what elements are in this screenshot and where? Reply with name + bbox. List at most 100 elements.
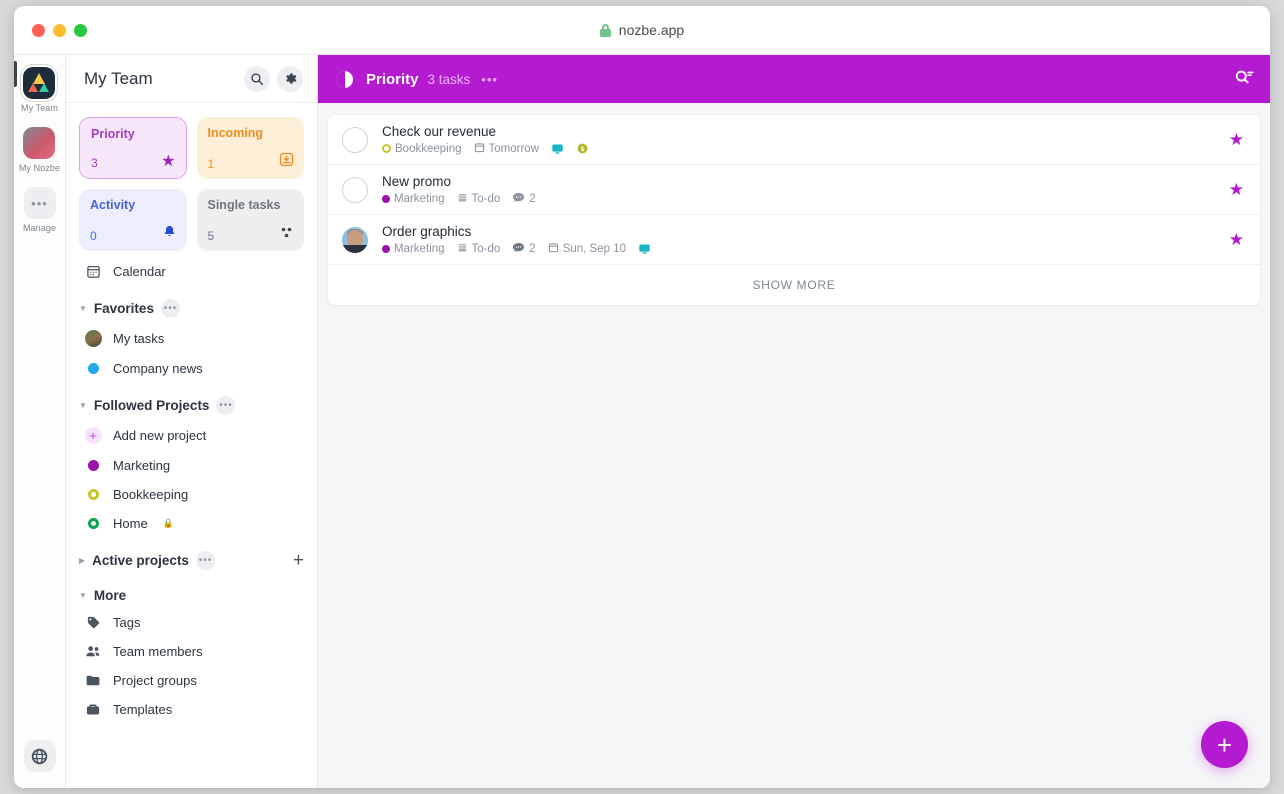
- task-project[interactable]: Marketing: [382, 193, 445, 205]
- rail-item-label: My Team: [20, 103, 59, 113]
- chevron-right-icon: ▶: [79, 556, 86, 565]
- section-active-projects[interactable]: ▶ Active projects ••• +: [66, 538, 317, 575]
- card-activity[interactable]: Activity 0: [79, 189, 187, 251]
- sidebar-item-bookkeeping[interactable]: Bookkeeping: [66, 480, 317, 509]
- avatar[interactable]: [342, 226, 368, 253]
- sidebar-item-add-new-project[interactable]: + Add new project: [66, 420, 317, 451]
- task-category[interactable]: To-do: [457, 192, 501, 206]
- rail-item-manage[interactable]: ••• Manage: [23, 187, 56, 233]
- task-date[interactable]: Tomorrow: [474, 142, 539, 156]
- project-dot-icon: [382, 244, 390, 253]
- plus-circle-icon: +: [84, 427, 102, 444]
- browser-window: nozbe.app My Team My Nozbe ••• Manage My…: [14, 6, 1270, 788]
- task-project[interactable]: Marketing: [382, 243, 445, 255]
- rail-item-label: Manage: [22, 223, 57, 233]
- search-filter-icon[interactable]: [1234, 68, 1254, 91]
- task-category-label: To-do: [471, 192, 501, 205]
- sidebar-item-company-news[interactable]: Company news: [66, 354, 317, 383]
- search-icon[interactable]: [244, 65, 270, 92]
- sidebar-item-calendar[interactable]: Calendar: [66, 257, 317, 286]
- card-priority[interactable]: Priority 3 ★: [79, 117, 187, 179]
- task-date-label: Sun, Sep 10: [562, 242, 626, 255]
- task-comments[interactable]: 2: [512, 192, 536, 206]
- section-more[interactable]: ▼ More: [66, 575, 317, 608]
- task-project[interactable]: Bookkeeping: [382, 143, 462, 155]
- svg-text:$: $: [581, 146, 585, 153]
- chevron-down-icon: ▼: [79, 591, 87, 600]
- sidebar-item-label: Add new project: [113, 428, 207, 443]
- workspace-rail: My Team My Nozbe ••• Manage: [14, 55, 66, 788]
- star-icon[interactable]: ★: [1229, 131, 1244, 148]
- sidebar-header: My Team: [66, 55, 317, 103]
- calendar-icon: [474, 142, 485, 156]
- section-followed-projects[interactable]: ▼ Followed Projects •••: [66, 383, 317, 420]
- close-window-button[interactable]: [32, 23, 45, 37]
- task-checkbox[interactable]: [342, 176, 368, 203]
- table-row[interactable]: New promo Marketing To-do 2 ★: [328, 165, 1260, 215]
- list-icon: [457, 242, 468, 256]
- sidebar-item-team-members[interactable]: Team members: [66, 637, 317, 666]
- section-title: Active projects: [92, 553, 189, 568]
- rail-item-my-nozbe[interactable]: My Nozbe: [19, 127, 60, 173]
- table-row[interactable]: Order graphics Marketing To-do 2 Sun, Se…: [328, 215, 1260, 265]
- star-icon: ★: [161, 153, 176, 170]
- project-dot-icon: [84, 460, 102, 471]
- card-count: 3: [91, 156, 98, 170]
- star-icon[interactable]: ★: [1229, 231, 1244, 248]
- card-title: Single tasks: [207, 198, 281, 212]
- globe-icon[interactable]: [23, 740, 56, 772]
- sidebar-item-label: Templates: [113, 702, 173, 717]
- section-more-icon[interactable]: •••: [160, 299, 180, 318]
- comment-icon: [512, 192, 525, 206]
- gear-icon[interactable]: [277, 65, 303, 92]
- page-title: Priority: [366, 70, 419, 88]
- people-icon: [84, 644, 102, 659]
- add-task-button[interactable]: +: [1201, 721, 1248, 768]
- sidebar-item-my-tasks[interactable]: My tasks: [66, 323, 317, 354]
- task-project-label: Marketing: [394, 192, 445, 205]
- task-meta: Bookkeeping Tomorrow $: [382, 142, 1229, 156]
- minimize-window-button[interactable]: [53, 23, 66, 37]
- chevron-down-icon: ▼: [79, 304, 87, 313]
- card-single-tasks[interactable]: Single tasks 5: [196, 189, 304, 251]
- project-dot-icon: [84, 363, 102, 374]
- project-dot-icon: [382, 194, 390, 203]
- project-ring-icon: [382, 144, 391, 153]
- card-title: Incoming: [207, 126, 264, 140]
- section-favorites[interactable]: ▼ Favorites •••: [66, 286, 317, 323]
- sidebar-item-project-groups[interactable]: Project groups: [66, 666, 317, 695]
- chevron-down-icon: ▼: [79, 401, 87, 410]
- task-comments[interactable]: 2: [512, 242, 536, 256]
- app-root: My Team My Nozbe ••• Manage My Team Prio…: [14, 55, 1270, 788]
- card-incoming[interactable]: Incoming 1: [196, 117, 304, 179]
- sidebar-item-tags[interactable]: Tags: [66, 608, 317, 637]
- project-ring-icon: [84, 518, 102, 529]
- lock-icon: 🔒: [162, 518, 174, 528]
- section-more-icon[interactable]: •••: [216, 396, 236, 415]
- briefcase-icon: [84, 702, 102, 717]
- address-bar[interactable]: nozbe.app: [14, 22, 1270, 38]
- rail-item-my-team[interactable]: My Team: [21, 67, 58, 113]
- table-row[interactable]: Check our revenue Bookkeeping Tomorrow $…: [328, 115, 1260, 165]
- star-icon[interactable]: ★: [1229, 181, 1244, 198]
- list-icon: [457, 192, 468, 206]
- task-title: Order graphics: [382, 223, 472, 239]
- show-more-button[interactable]: SHOW MORE: [328, 265, 1260, 305]
- sidebar-item-marketing[interactable]: Marketing: [66, 451, 317, 480]
- window-controls[interactable]: [32, 23, 87, 37]
- sidebar-item-templates[interactable]: Templates: [66, 695, 317, 724]
- ellipsis-icon[interactable]: •••: [481, 72, 498, 87]
- task-date[interactable]: Sun, Sep 10: [548, 242, 626, 256]
- sidebar: My Team Priority 3 ★ Incoming 1 Activity…: [66, 55, 318, 788]
- task-category[interactable]: To-do: [457, 242, 500, 256]
- section-more-icon[interactable]: •••: [195, 551, 215, 570]
- maximize-window-button[interactable]: [74, 23, 87, 37]
- half-circle-icon: [336, 70, 353, 88]
- task-checkbox[interactable]: [342, 126, 368, 153]
- sidebar-item-label: Calendar: [113, 264, 166, 279]
- add-project-icon[interactable]: +: [293, 551, 304, 570]
- folder-icon: [84, 673, 102, 688]
- sidebar-scroll[interactable]: Calendar ▼ Favorites ••• My tasks Compan…: [66, 257, 317, 788]
- sidebar-item-label: Marketing: [113, 458, 171, 473]
- sidebar-item-home[interactable]: Home 🔒: [66, 509, 317, 538]
